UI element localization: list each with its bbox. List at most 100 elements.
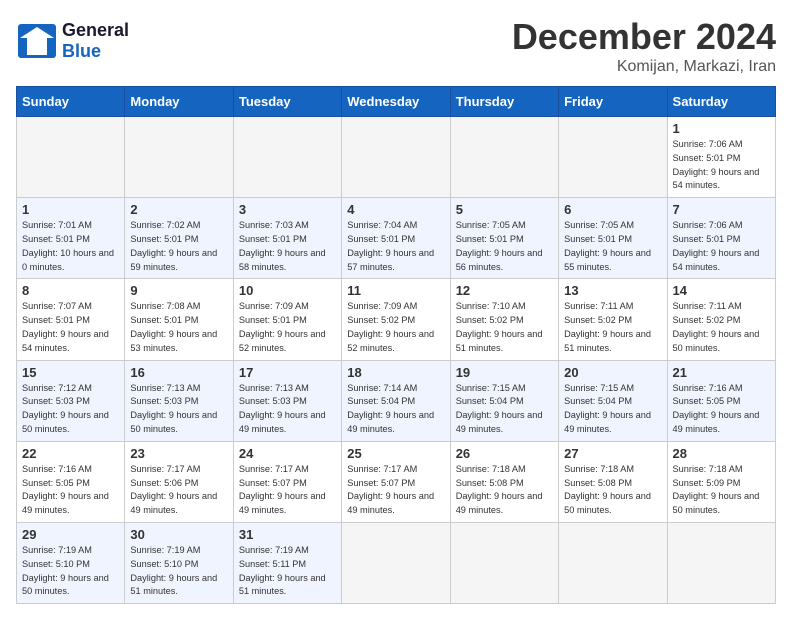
calendar-cell: 7 Sunrise: 7:06 AMSunset: 5:01 PMDaylight… bbox=[667, 198, 775, 279]
week-row-6: 29Sunrise: 7:19 AMSunset: 5:10 PMDayligh… bbox=[17, 522, 776, 603]
day-number: 8 bbox=[22, 283, 119, 298]
calendar-cell: 17Sunrise: 7:13 AMSunset: 5:03 PMDayligh… bbox=[233, 360, 341, 441]
day-number: 16 bbox=[130, 365, 227, 380]
calendar-cell: 5 Sunrise: 7:05 AMSunset: 5:01 PMDaylight… bbox=[450, 198, 558, 279]
day-info: Sunrise: 7:18 AMSunset: 5:08 PMDaylight:… bbox=[564, 463, 661, 518]
calendar-cell: 10Sunrise: 7:09 AMSunset: 5:01 PMDayligh… bbox=[233, 279, 341, 360]
day-number: 23 bbox=[130, 446, 227, 461]
calendar-cell: 31Sunrise: 7:19 AMSunset: 5:11 PMDayligh… bbox=[233, 522, 341, 603]
week-row-5: 22Sunrise: 7:16 AMSunset: 5:05 PMDayligh… bbox=[17, 441, 776, 522]
day-info: Sunrise: 7:19 AMSunset: 5:10 PMDaylight:… bbox=[22, 544, 119, 599]
calendar-cell bbox=[17, 117, 125, 198]
day-number: 2 bbox=[130, 202, 227, 217]
calendar-cell: 21 Sunrise: 7:16 AMSunset: 5:05 PMDayligh… bbox=[667, 360, 775, 441]
day-info: Sunrise: 7:05 AMSunset: 5:01 PMDaylight:… bbox=[456, 219, 553, 274]
weekday-friday: Friday bbox=[559, 87, 667, 117]
calendar-cell: 13 Sunrise: 7:11 AMSunset: 5:02 PMDayligh… bbox=[559, 279, 667, 360]
month-title: December 2024 bbox=[512, 16, 776, 58]
day-number: 21 bbox=[673, 365, 770, 380]
day-info: Sunrise: 7:19 AMSunset: 5:10 PMDaylight:… bbox=[130, 544, 227, 599]
day-number: 13 bbox=[564, 283, 661, 298]
calendar-cell: 8 Sunrise: 7:07 AMSunset: 5:01 PMDaylight… bbox=[17, 279, 125, 360]
calendar-cell: 14Sunrise: 7:11 AMSunset: 5:02 PMDayligh… bbox=[667, 279, 775, 360]
weekday-thursday: Thursday bbox=[450, 87, 558, 117]
day-info: Sunrise: 7:17 AMSunset: 5:07 PMDaylight:… bbox=[347, 463, 444, 518]
calendar-cell: 9 Sunrise: 7:08 AMSunset: 5:01 PMDaylight… bbox=[125, 279, 233, 360]
day-info: Sunrise: 7:18 AMSunset: 5:09 PMDaylight:… bbox=[673, 463, 770, 518]
day-info: Sunrise: 7:08 AMSunset: 5:01 PMDaylight:… bbox=[130, 300, 227, 355]
day-info: Sunrise: 7:14 AMSunset: 5:04 PMDaylight:… bbox=[347, 382, 444, 437]
week-row-2: 1 Sunrise: 7:01 AMSunset: 5:01 PMDaylight… bbox=[17, 198, 776, 279]
day-number: 12 bbox=[456, 283, 553, 298]
calendar-table: SundayMondayTuesdayWednesdayThursdayFrid… bbox=[16, 86, 776, 604]
day-number: 1 bbox=[22, 202, 119, 217]
calendar-cell: 3 Sunrise: 7:03 AMSunset: 5:01 PMDaylight… bbox=[233, 198, 341, 279]
weekday-header-row: SundayMondayTuesdayWednesdayThursdayFrid… bbox=[17, 87, 776, 117]
day-info: Sunrise: 7:17 AMSunset: 5:06 PMDaylight:… bbox=[130, 463, 227, 518]
weekday-sunday: Sunday bbox=[17, 87, 125, 117]
calendar-cell bbox=[125, 117, 233, 198]
week-row-1: 1 Sunrise: 7:06 AMSunset: 5:01 PMDaylight… bbox=[17, 117, 776, 198]
calendar-cell: 24 Sunrise: 7:17 AMSunset: 5:07 PMDayligh… bbox=[233, 441, 341, 522]
day-number: 4 bbox=[347, 202, 444, 217]
calendar-cell: 12 Sunrise: 7:10 AMSunset: 5:02 PMDayligh… bbox=[450, 279, 558, 360]
calendar-cell: 18 Sunrise: 7:14 AMSunset: 5:04 PMDayligh… bbox=[342, 360, 450, 441]
day-info: Sunrise: 7:01 AMSunset: 5:01 PMDaylight:… bbox=[22, 219, 119, 274]
calendar-cell bbox=[233, 117, 341, 198]
day-number: 28 bbox=[673, 446, 770, 461]
weekday-tuesday: Tuesday bbox=[233, 87, 341, 117]
day-info: Sunrise: 7:17 AMSunset: 5:07 PMDaylight:… bbox=[239, 463, 336, 518]
logo-svg bbox=[16, 22, 58, 60]
calendar-cell bbox=[342, 522, 450, 603]
day-number: 19 bbox=[456, 365, 553, 380]
calendar-cell bbox=[667, 522, 775, 603]
day-number: 30 bbox=[130, 527, 227, 542]
day-info: Sunrise: 7:06 AMSunset: 5:01 PMDaylight:… bbox=[673, 138, 770, 193]
day-info: Sunrise: 7:04 AMSunset: 5:01 PMDaylight:… bbox=[347, 219, 444, 274]
calendar-cell: 16Sunrise: 7:13 AMSunset: 5:03 PMDayligh… bbox=[125, 360, 233, 441]
week-row-3: 8 Sunrise: 7:07 AMSunset: 5:01 PMDaylight… bbox=[17, 279, 776, 360]
day-number: 14 bbox=[673, 283, 770, 298]
day-number: 5 bbox=[456, 202, 553, 217]
day-number: 3 bbox=[239, 202, 336, 217]
weekday-wednesday: Wednesday bbox=[342, 87, 450, 117]
calendar-cell bbox=[559, 522, 667, 603]
title-block: December 2024 Komijan, Markazi, Iran bbox=[512, 16, 776, 76]
day-info: Sunrise: 7:02 AMSunset: 5:01 PMDaylight:… bbox=[130, 219, 227, 274]
day-number: 31 bbox=[239, 527, 336, 542]
day-info: Sunrise: 7:03 AMSunset: 5:01 PMDaylight:… bbox=[239, 219, 336, 274]
logo: General Blue bbox=[16, 16, 129, 61]
day-number: 27 bbox=[564, 446, 661, 461]
day-info: Sunrise: 7:15 AMSunset: 5:04 PMDaylight:… bbox=[456, 382, 553, 437]
day-number: 15 bbox=[22, 365, 119, 380]
day-info: Sunrise: 7:05 AMSunset: 5:01 PMDaylight:… bbox=[564, 219, 661, 274]
weekday-monday: Monday bbox=[125, 87, 233, 117]
day-number: 20 bbox=[564, 365, 661, 380]
day-number: 26 bbox=[456, 446, 553, 461]
day-info: Sunrise: 7:07 AMSunset: 5:01 PMDaylight:… bbox=[22, 300, 119, 355]
page-header: General Blue December 2024 Komijan, Mark… bbox=[16, 16, 776, 76]
day-number: 25 bbox=[347, 446, 444, 461]
calendar-cell: 30 Sunrise: 7:19 AMSunset: 5:10 PMDayligh… bbox=[125, 522, 233, 603]
calendar-cell: 29Sunrise: 7:19 AMSunset: 5:10 PMDayligh… bbox=[17, 522, 125, 603]
day-number: 18 bbox=[347, 365, 444, 380]
calendar-cell: 25 Sunrise: 7:17 AMSunset: 5:07 PMDayligh… bbox=[342, 441, 450, 522]
day-number: 7 bbox=[673, 202, 770, 217]
logo-general: General bbox=[62, 20, 129, 41]
day-number: 9 bbox=[130, 283, 227, 298]
day-number: 22 bbox=[22, 446, 119, 461]
day-number: 1 bbox=[673, 121, 770, 136]
calendar-cell: 28 Sunrise: 7:18 AMSunset: 5:09 PMDayligh… bbox=[667, 441, 775, 522]
calendar-cell: 26 Sunrise: 7:18 AMSunset: 5:08 PMDayligh… bbox=[450, 441, 558, 522]
calendar-cell: 20Sunrise: 7:15 AMSunset: 5:04 PMDayligh… bbox=[559, 360, 667, 441]
day-number: 6 bbox=[564, 202, 661, 217]
day-info: Sunrise: 7:10 AMSunset: 5:02 PMDaylight:… bbox=[456, 300, 553, 355]
day-info: Sunrise: 7:11 AMSunset: 5:02 PMDaylight:… bbox=[564, 300, 661, 355]
day-info: Sunrise: 7:18 AMSunset: 5:08 PMDaylight:… bbox=[456, 463, 553, 518]
day-number: 24 bbox=[239, 446, 336, 461]
day-info: Sunrise: 7:06 AMSunset: 5:01 PMDaylight:… bbox=[673, 219, 770, 274]
calendar-cell: 2 Sunrise: 7:02 AMSunset: 5:01 PMDaylight… bbox=[125, 198, 233, 279]
day-info: Sunrise: 7:16 AMSunset: 5:05 PMDaylight:… bbox=[673, 382, 770, 437]
calendar-cell: 1 Sunrise: 7:06 AMSunset: 5:01 PMDaylight… bbox=[667, 117, 775, 198]
day-info: Sunrise: 7:09 AMSunset: 5:01 PMDaylight:… bbox=[239, 300, 336, 355]
